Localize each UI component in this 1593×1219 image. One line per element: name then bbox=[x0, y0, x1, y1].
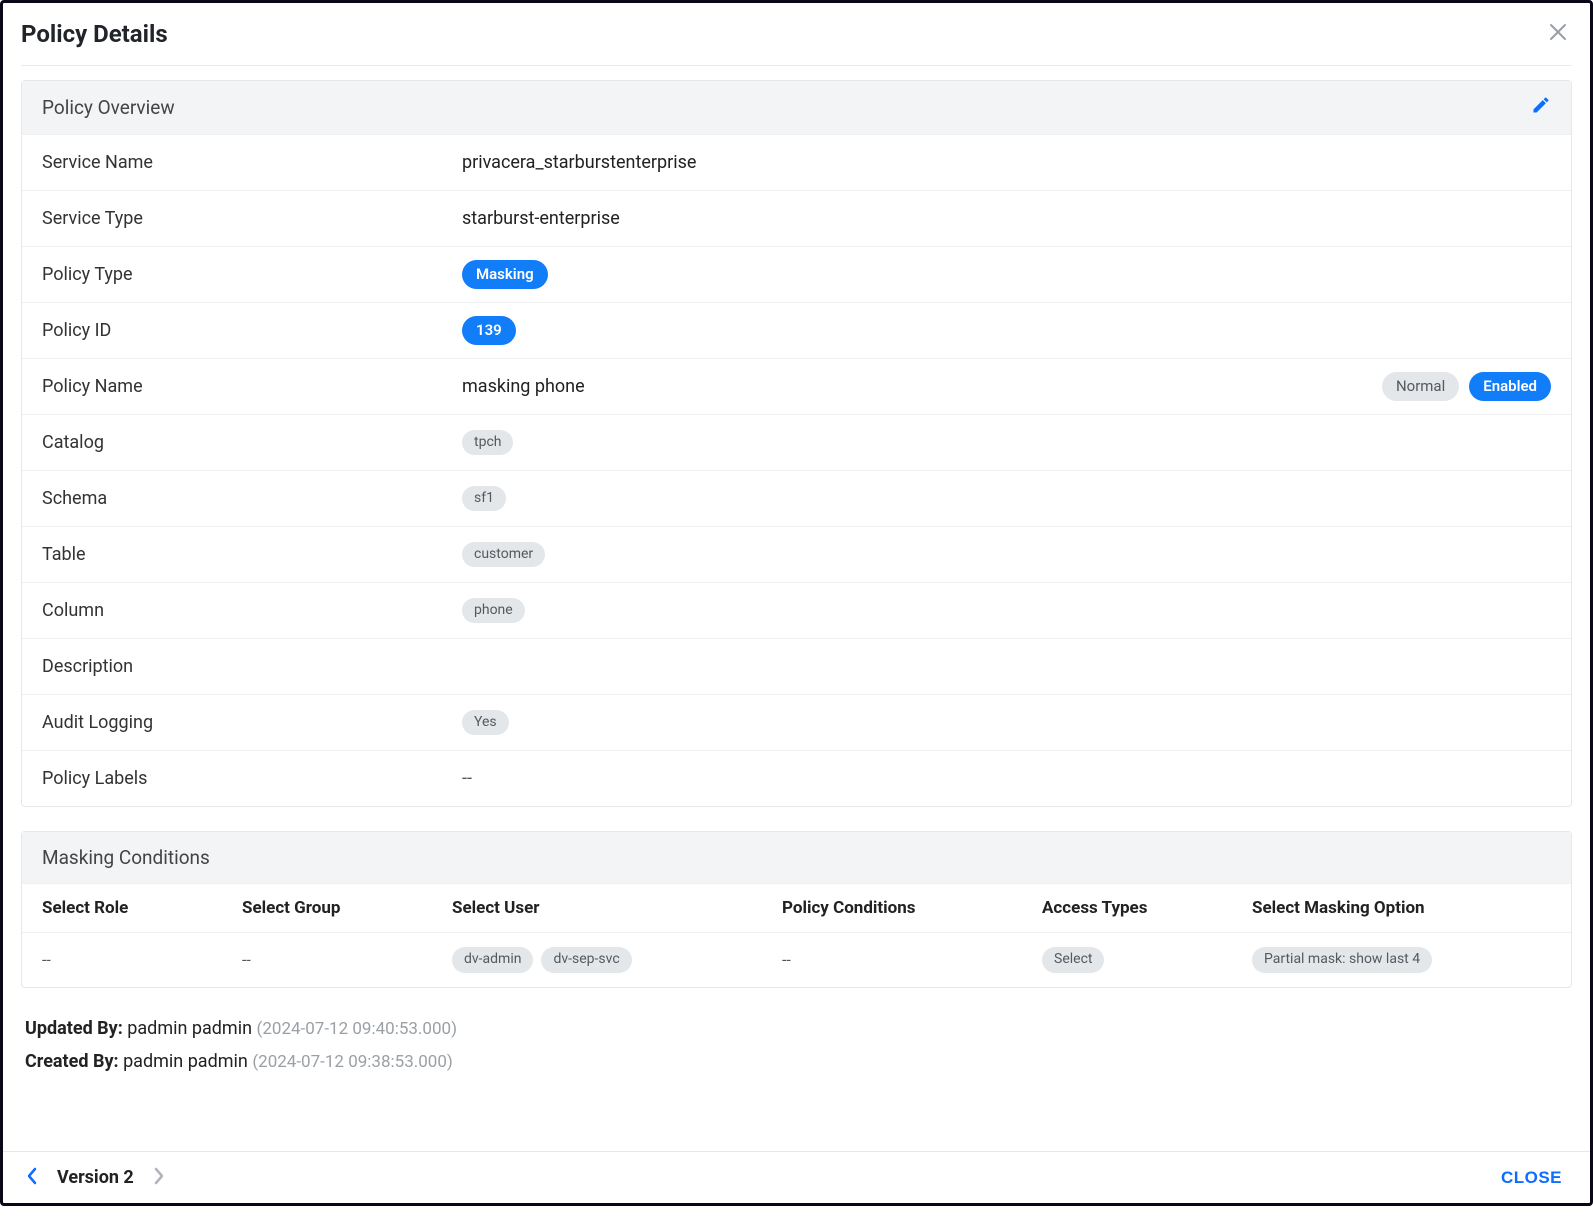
policy-overview-panel: Policy Overview Service Name privacera_s… bbox=[21, 80, 1572, 807]
pill-access-type: Select bbox=[1042, 947, 1104, 973]
col-user-header: Select User bbox=[452, 898, 782, 918]
pill-table: customer bbox=[462, 542, 545, 568]
col-group-header: Select Group bbox=[242, 898, 452, 918]
row-service-type: Service Type starburst-enterprise bbox=[22, 190, 1571, 246]
updated-by-line: Updated By: padmin padmin (2024-07-12 09… bbox=[21, 1012, 1572, 1045]
created-by-line: Created By: padmin padmin (2024-07-12 09… bbox=[21, 1045, 1572, 1078]
pill-schema: sf1 bbox=[462, 486, 506, 512]
label-policy-labels: Policy Labels bbox=[42, 768, 462, 789]
conditions-row: -- -- dv-admin dv-sep-svc -- Select Part… bbox=[22, 932, 1571, 987]
row-column: Column phone bbox=[22, 582, 1571, 638]
pill-policy-id: 139 bbox=[462, 316, 516, 345]
chevron-left-icon[interactable] bbox=[25, 1166, 39, 1189]
version-label: Version 2 bbox=[57, 1167, 134, 1188]
pill-policy-type: Masking bbox=[462, 260, 548, 289]
pill-user-1: dv-sep-svc bbox=[541, 947, 631, 973]
label-description: Description bbox=[42, 656, 462, 677]
row-policy-id: Policy ID 139 bbox=[22, 302, 1571, 358]
close-button[interactable]: CLOSE bbox=[1495, 1167, 1568, 1189]
row-audit-logging: Audit Logging Yes bbox=[22, 694, 1571, 750]
row-table: Table customer bbox=[22, 526, 1571, 582]
pill-user-0: dv-admin bbox=[452, 947, 533, 973]
row-schema: Schema sf1 bbox=[22, 470, 1571, 526]
created-by-label: Created By: bbox=[25, 1051, 119, 1072]
label-column: Column bbox=[42, 600, 462, 621]
masking-conditions-header: Masking Conditions bbox=[22, 832, 1571, 883]
label-policy-name: Policy Name bbox=[42, 376, 462, 397]
label-schema: Schema bbox=[42, 488, 462, 509]
created-by-ts: (2024-07-12 09:38:53.000) bbox=[252, 1052, 453, 1072]
label-policy-id: Policy ID bbox=[42, 320, 462, 341]
label-service-name: Service Name bbox=[42, 152, 462, 173]
row-policy-type: Policy Type Masking bbox=[22, 246, 1571, 302]
row-catalog: Catalog tpch bbox=[22, 414, 1571, 470]
updated-by-ts: (2024-07-12 09:40:53.000) bbox=[257, 1019, 458, 1039]
col-at-header: Access Types bbox=[1042, 898, 1252, 918]
value-policy-name: masking phone bbox=[462, 376, 1382, 397]
close-icon[interactable] bbox=[1544, 17, 1572, 51]
badge-normal: Normal bbox=[1382, 372, 1459, 401]
pill-audit-logging: Yes bbox=[462, 710, 509, 736]
masking-conditions-panel: Masking Conditions Select Role Select Gr… bbox=[21, 831, 1572, 988]
label-service-type: Service Type bbox=[42, 208, 462, 229]
dialog-title: Policy Details bbox=[21, 20, 168, 48]
label-table: Table bbox=[42, 544, 462, 565]
updated-by-user: padmin padmin bbox=[127, 1018, 252, 1039]
cell-user: dv-admin dv-sep-svc bbox=[452, 947, 782, 973]
row-policy-labels: Policy Labels -- bbox=[22, 750, 1571, 806]
chevron-right-icon bbox=[152, 1166, 166, 1189]
pill-masking-option: Partial mask: show last 4 bbox=[1252, 947, 1432, 973]
cell-role: -- bbox=[42, 950, 242, 969]
row-policy-name: Policy Name masking phone Normal Enabled bbox=[22, 358, 1571, 414]
label-policy-type: Policy Type bbox=[42, 264, 462, 285]
panel-title: Masking Conditions bbox=[42, 846, 210, 869]
value-policy-labels: -- bbox=[462, 768, 1551, 789]
col-mopt-header: Select Masking Option bbox=[1252, 898, 1551, 918]
value-service-type: starburst-enterprise bbox=[462, 208, 1551, 229]
col-role-header: Select Role bbox=[42, 898, 242, 918]
policy-overview-header: Policy Overview bbox=[22, 81, 1571, 134]
col-pc-header: Policy Conditions bbox=[782, 898, 1042, 918]
pill-column: phone bbox=[462, 598, 525, 624]
row-service-name: Service Name privacera_starburstenterpri… bbox=[22, 134, 1571, 190]
panel-title: Policy Overview bbox=[42, 96, 175, 119]
row-description: Description bbox=[22, 638, 1571, 694]
dialog-footer: Version 2 CLOSE bbox=[3, 1151, 1590, 1203]
pill-catalog: tpch bbox=[462, 430, 513, 456]
label-audit-logging: Audit Logging bbox=[42, 712, 462, 733]
updated-by-label: Updated By: bbox=[25, 1018, 123, 1039]
cell-group: -- bbox=[242, 950, 452, 969]
cell-pc: -- bbox=[782, 950, 1042, 969]
cell-at: Select bbox=[1042, 947, 1252, 973]
created-by-user: padmin padmin bbox=[123, 1051, 248, 1072]
cell-mopt: Partial mask: show last 4 bbox=[1252, 947, 1551, 973]
value-service-name: privacera_starburstenterprise bbox=[462, 152, 1551, 173]
badge-enabled: Enabled bbox=[1469, 372, 1551, 401]
conditions-columns: Select Role Select Group Select User Pol… bbox=[22, 883, 1571, 932]
label-catalog: Catalog bbox=[42, 432, 462, 453]
edit-icon[interactable] bbox=[1531, 95, 1551, 120]
